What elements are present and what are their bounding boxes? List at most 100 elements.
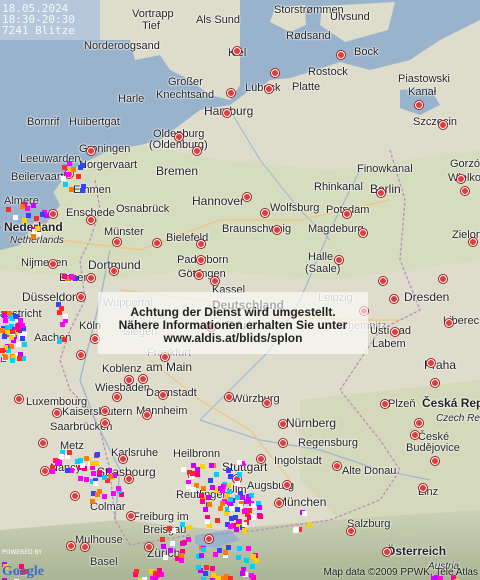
lightning-strike (228, 497, 233, 502)
map-label: Harle (118, 93, 145, 105)
lightning-strike (167, 526, 172, 531)
lightning-strike (251, 554, 256, 559)
lightning-strike (200, 464, 205, 469)
city-marker (265, 85, 273, 93)
lightning-strike (180, 522, 185, 527)
city-marker (197, 240, 205, 248)
city-marker (87, 147, 95, 155)
lightning-strike (242, 522, 247, 527)
lightning-strike (237, 546, 242, 551)
city-marker (335, 256, 343, 264)
lightning-strike (94, 461, 99, 466)
lightning-strike (186, 537, 191, 542)
lightning-strike (257, 505, 262, 510)
lightning-strike (228, 576, 233, 580)
lightning-strike (191, 463, 196, 468)
map-label: Ingolstadt (274, 455, 322, 467)
map-label: Rostock (308, 66, 348, 78)
city-marker (225, 393, 233, 401)
lightning-strike (95, 452, 100, 457)
city-marker (101, 419, 109, 427)
lightning-strike (57, 460, 62, 465)
lightning-strike (302, 511, 307, 516)
map-label: Bock (354, 46, 379, 58)
lightning-strike (190, 471, 195, 476)
notice-line-3[interactable]: www.aldis.at/blids/splon (98, 332, 368, 345)
city-marker (263, 399, 271, 407)
lightning-strike (237, 460, 242, 465)
map-label: Darmstadt (146, 387, 197, 399)
map-label: Bornrif (27, 116, 60, 128)
lightning-map[interactable]: 18.05.2024 18:30-20:30 7241 Blitze Vortr… (0, 0, 480, 580)
lightning-strike (10, 329, 15, 334)
city-marker (113, 393, 121, 401)
map-label: Heilbronn (173, 448, 221, 460)
map-label: Düsseldorf (22, 290, 80, 304)
map-label: Karlsruhe (111, 447, 159, 459)
city-marker (125, 376, 133, 384)
city-marker (377, 189, 385, 197)
map-label: Tief (142, 20, 160, 32)
lightning-strike (67, 450, 72, 455)
city-marker (125, 475, 133, 483)
map-label: Nürnberg (286, 416, 337, 430)
lightning-strike (36, 232, 41, 237)
city-marker (195, 271, 203, 279)
city-marker (197, 256, 205, 264)
lightning-strike (236, 555, 241, 560)
lightning-strike (186, 484, 191, 489)
lightning-strike (80, 163, 85, 168)
city-marker (381, 400, 389, 408)
city-marker (257, 455, 265, 463)
lightning-strike (196, 565, 201, 570)
lightning-strike (208, 478, 213, 483)
city-marker (261, 209, 269, 217)
city-marker (101, 407, 109, 415)
city-marker (283, 481, 291, 489)
lightning-strike (10, 358, 15, 363)
map-label: Wolfsburg (270, 202, 320, 214)
lightning-strike (93, 481, 98, 486)
map-label: Münster (104, 226, 144, 238)
map-label: Magdeburg (308, 223, 364, 235)
lightning-strike (205, 519, 210, 524)
city-marker (145, 543, 153, 551)
city-marker (431, 457, 439, 465)
lightning-strike (6, 207, 11, 212)
map-label: Berlin (370, 182, 401, 196)
lightning-strike (102, 494, 107, 499)
map-label: Koblenz (102, 363, 142, 375)
city-marker (243, 193, 251, 201)
lightning-strike (22, 218, 27, 223)
lightning-strike (69, 274, 74, 279)
city-marker (379, 277, 387, 285)
lightning-strike (34, 216, 39, 221)
lightning-strike (84, 477, 89, 482)
lightning-strike (69, 187, 74, 192)
google-logo[interactable]: Google (2, 564, 44, 580)
lightning-strike (294, 527, 299, 532)
city-marker (439, 121, 447, 129)
map-label: Finowkanal (357, 163, 413, 175)
map-label: Bremen (156, 164, 199, 178)
city-marker (271, 69, 279, 77)
lightning-strike (168, 548, 173, 553)
city-marker (279, 439, 287, 447)
lightning-strike (246, 497, 251, 502)
city-marker (439, 275, 447, 283)
lightning-strike (195, 472, 200, 477)
map-label: Labem (372, 338, 406, 350)
lightning-strike (215, 518, 220, 523)
lightning-strike (251, 503, 256, 508)
map-label: Česká Rep (422, 396, 480, 410)
city-marker (161, 353, 169, 361)
map-label: Hannover (192, 194, 245, 208)
lightning-strike (201, 547, 206, 552)
lightning-strike (203, 571, 208, 576)
lightning-strike (13, 215, 18, 220)
lightning-strike (102, 475, 107, 480)
city-marker (53, 409, 61, 417)
city-marker (279, 420, 287, 428)
map-label: (Saale) (305, 263, 341, 275)
city-marker (457, 175, 465, 183)
